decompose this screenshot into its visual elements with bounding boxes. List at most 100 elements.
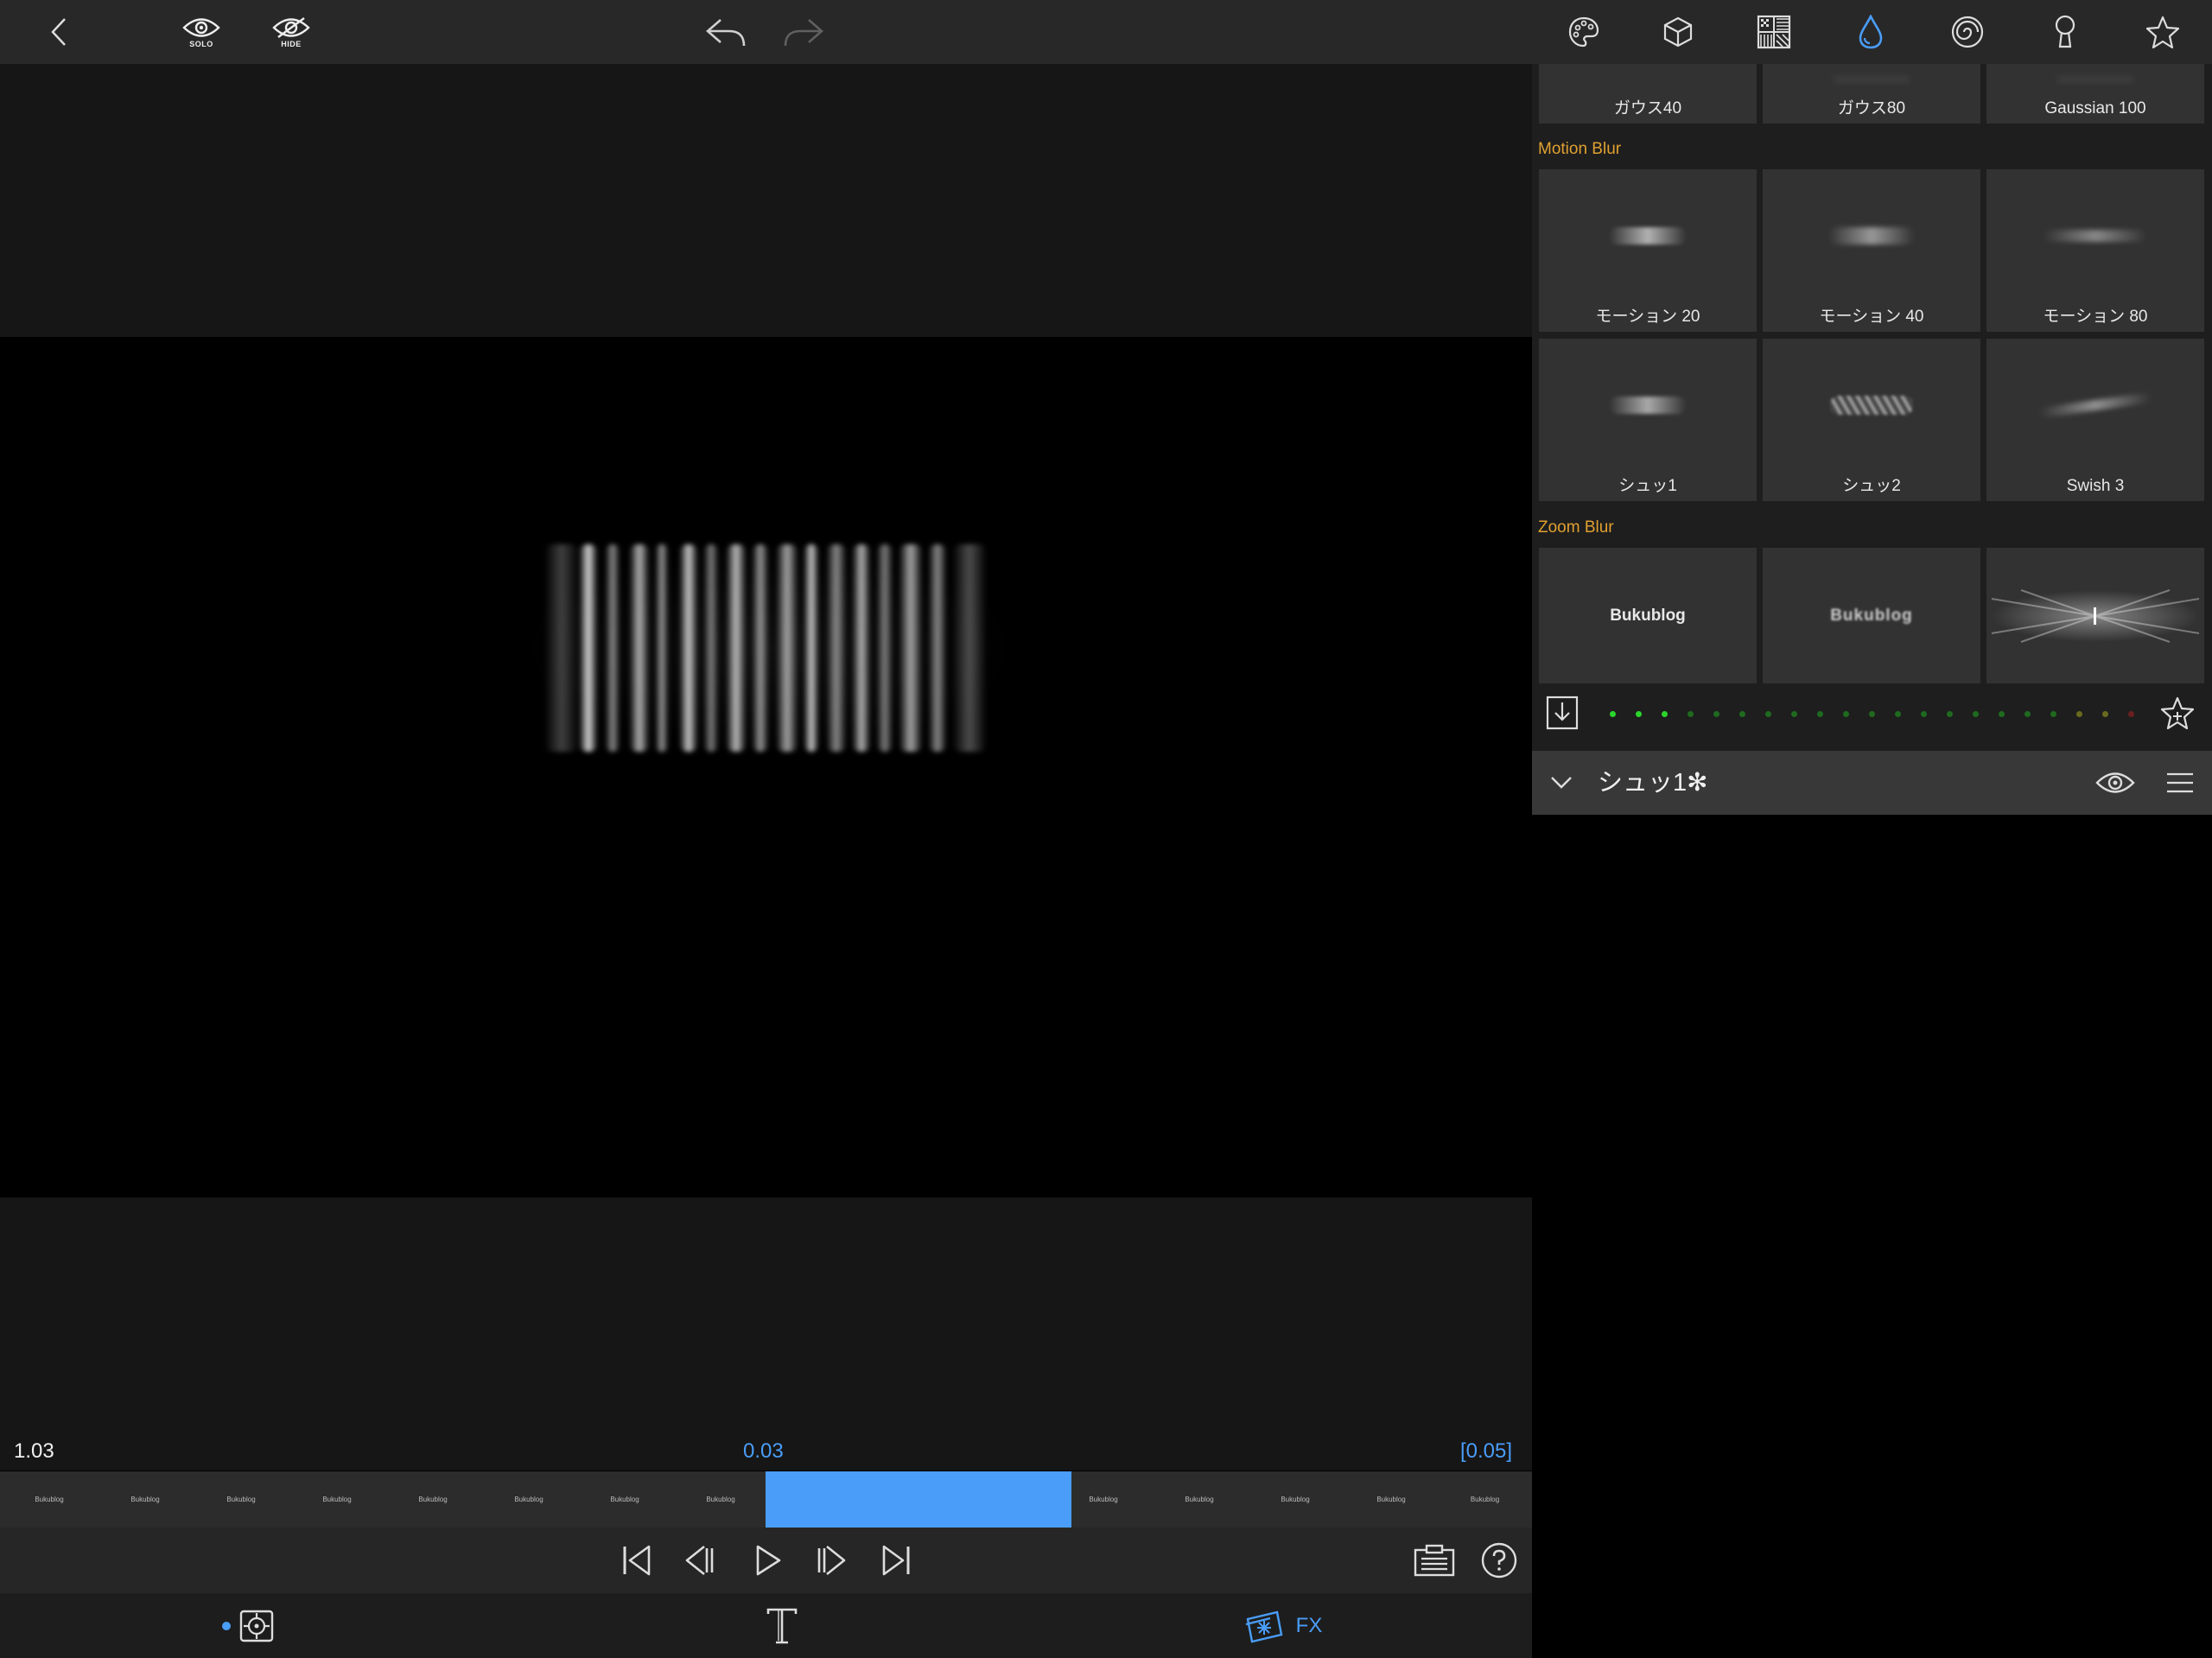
preset-tile-swish1[interactable]: シュッ1: [1539, 339, 1757, 501]
redo-icon: [784, 19, 823, 47]
redo-button[interactable]: [779, 0, 828, 64]
hide-label: HIDE: [281, 39, 302, 48]
meter-dot: [1947, 711, 1953, 717]
timeline-thumb: Bukublog: [130, 1496, 160, 1503]
eye-icon: [2095, 772, 2135, 793]
fx-browser-panel: ガウス40 ガウス80 Gaussian 100 Motion Blur モーシ…: [1532, 64, 2212, 1658]
import-button[interactable]: [1546, 696, 1579, 734]
preset-label: モーション 40: [1819, 308, 1924, 326]
timeline-thumb: Bukublog: [1281, 1496, 1310, 1503]
zoom-sample-text-blurred: Bukublog: [1830, 606, 1913, 625]
fx-menu-button[interactable]: [2165, 772, 2195, 798]
preset-tile-gauss40[interactable]: ガウス40: [1539, 64, 1757, 124]
help-button[interactable]: [1478, 1528, 1521, 1593]
timeline-thumb: Bukublog: [226, 1496, 256, 1503]
clipboard-icon: [1414, 1544, 1455, 1577]
play-button[interactable]: [747, 1528, 790, 1593]
solo-button[interactable]: SOLO: [177, 0, 226, 64]
anchor-button[interactable]: [220, 1593, 277, 1658]
current-time: 1.03: [14, 1439, 54, 1463]
text-tool-button[interactable]: [760, 1593, 804, 1658]
section-header-motion-blur: Motion Blur: [1538, 140, 1622, 158]
preset-label: シュッ1: [1618, 477, 1677, 495]
preset-tile-motion40[interactable]: モーション 40: [1763, 169, 1980, 332]
step-forward-icon: [817, 1545, 846, 1576]
bottom-toolbar: FX: [0, 1593, 1532, 1658]
palette-icon: [1568, 16, 1599, 48]
preset-tile-zoom2[interactable]: Bukublog: [1763, 548, 1980, 683]
preset-label: モーション 20: [1595, 308, 1700, 326]
preset-tile-zoom3[interactable]: [1986, 548, 2204, 683]
preset-tile-motion20[interactable]: モーション 20: [1539, 169, 1757, 332]
text-icon: [766, 1608, 798, 1643]
timeline-thumb: Bukublog: [610, 1496, 639, 1503]
skip-to-start-button[interactable]: [615, 1528, 658, 1593]
chevron-left-icon: [51, 18, 66, 46]
timeline-thumb: Bukublog: [514, 1496, 543, 1503]
clipboard-button[interactable]: [1410, 1528, 1459, 1593]
meter-dot: [1843, 711, 1849, 717]
viewer-margin-top: [0, 64, 1532, 337]
meter-dot: [1791, 711, 1797, 717]
meter-dot: [1895, 711, 1901, 717]
duration-time[interactable]: [0.05]: [1460, 1439, 1512, 1464]
preset-label: Gaussian 100: [2044, 99, 2146, 118]
add-favorite-button[interactable]: [2159, 696, 2196, 734]
selected-clip-range[interactable]: [766, 1471, 1071, 1528]
timeline-thumb: Bukublog: [1185, 1496, 1214, 1503]
meter-dot: [2076, 711, 2082, 717]
fx-layer-bar[interactable]: シュッ1✻: [1532, 751, 2212, 815]
meter-dot: [1869, 711, 1875, 717]
eye-slash-icon: [272, 16, 310, 38]
meter-dot: [2102, 711, 2108, 717]
preview-canvas[interactable]: [0, 337, 1532, 1197]
preset-tile-swish3[interactable]: Swish 3: [1986, 339, 2204, 501]
meter-dot: [2050, 711, 2056, 717]
back-button[interactable]: [43, 0, 74, 64]
tab-blur[interactable]: [1851, 0, 1891, 64]
preset-tile-gaussian100[interactable]: Gaussian 100: [1986, 64, 2204, 124]
fx-label: FX: [1295, 1613, 1323, 1637]
star-add-icon: [2160, 696, 2195, 730]
meter-dot: [1739, 711, 1745, 717]
zoom-sample-text: Bukublog: [1610, 606, 1686, 625]
zoom-burst-preview: [1991, 588, 2200, 643]
preset-tile-gauss80[interactable]: ガウス80: [1763, 64, 1980, 124]
hide-button[interactable]: HIDE: [267, 0, 315, 64]
preset-label: ガウス40: [1613, 99, 1682, 118]
fx-layer-name: シュッ1✻: [1598, 769, 1708, 797]
spiral-icon: [1951, 16, 1984, 48]
anchor-target-icon: [222, 1610, 274, 1642]
tab-mask[interactable]: [2045, 0, 2085, 64]
meter-dot: [2128, 711, 2134, 717]
undo-button[interactable]: [702, 0, 750, 64]
collapse-button[interactable]: [1549, 772, 1573, 797]
preset-tile-motion80[interactable]: モーション 80: [1986, 169, 2204, 332]
preset-tile-zoom1[interactable]: Bukublog: [1539, 548, 1757, 683]
chevron-down-icon: [1551, 777, 1572, 789]
timeline-thumb: Bukublog: [418, 1496, 448, 1503]
timeline-filmstrip[interactable]: Bukublog Bukublog Bukublog Bukublog Buku…: [0, 1471, 1532, 1528]
step-back-button[interactable]: [677, 1528, 721, 1593]
skip-start-icon: [623, 1545, 651, 1576]
timeline-thumb: Bukublog: [35, 1496, 64, 1503]
tab-color[interactable]: [1564, 0, 1604, 64]
fx-visibility-toggle[interactable]: [2094, 770, 2136, 800]
tab-pattern[interactable]: [1754, 0, 1794, 64]
drop-icon: [1859, 15, 1883, 49]
fx-sparkle-icon: [1245, 1610, 1283, 1642]
transport-bar: [0, 1528, 1532, 1593]
step-back-icon: [685, 1545, 714, 1576]
hamburger-menu-icon: [2167, 772, 2193, 793]
keyhole-icon: [2055, 15, 2075, 48]
help-icon: [1481, 1542, 1517, 1579]
tab-favorites[interactable]: [2143, 0, 2183, 64]
timeline-thumb: Bukublog: [1089, 1496, 1118, 1503]
fx-tab[interactable]: FX: [1236, 1593, 1331, 1658]
tab-distort[interactable]: [1948, 0, 1987, 64]
preset-grid[interactable]: ガウス40 ガウス80 Gaussian 100 Motion Blur モーシ…: [1532, 64, 2212, 751]
step-forward-button[interactable]: [810, 1528, 854, 1593]
tab-3d[interactable]: [1658, 0, 1698, 64]
skip-to-end-button[interactable]: [874, 1528, 918, 1593]
preset-tile-swish2[interactable]: シュッ2: [1763, 339, 1980, 501]
